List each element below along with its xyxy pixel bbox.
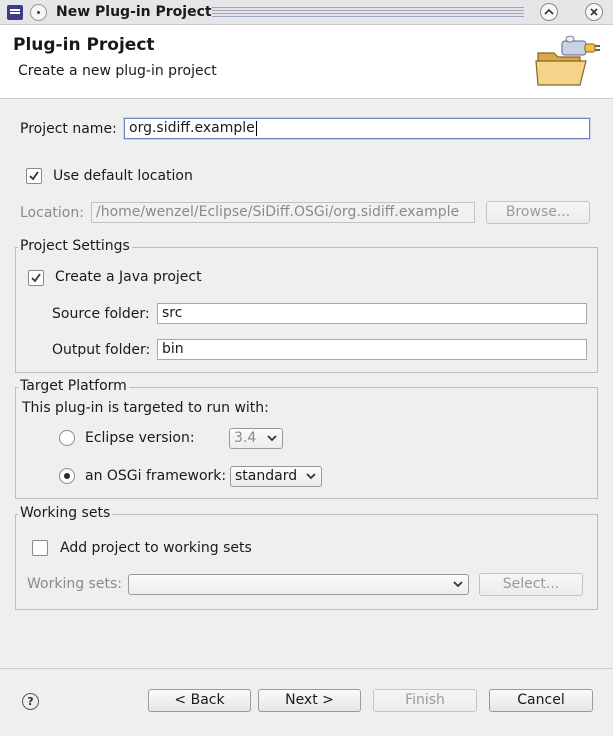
window-title: New Plug-in Project (56, 4, 212, 20)
page-title: Plug-in Project (13, 35, 155, 55)
osgi-framework-label: an OSGi framework: (85, 468, 227, 484)
project-settings-title: Project Settings (18, 238, 132, 254)
minimize-button[interactable] (540, 3, 558, 21)
page-description: Create a new plug-in project (18, 63, 217, 79)
chevron-up-icon (544, 8, 554, 15)
select-working-sets-button[interactable]: Select... (479, 573, 583, 596)
use-default-location-checkbox[interactable] (26, 168, 42, 184)
titlebar-grip (212, 7, 524, 17)
output-folder-input[interactable]: bin (157, 339, 587, 360)
osgi-framework-radio[interactable] (59, 468, 75, 484)
next-button[interactable]: Next > (258, 689, 361, 712)
back-button[interactable]: < Back (148, 689, 251, 712)
working-sets-title: Working sets (18, 505, 113, 521)
add-to-working-sets-label: Add project to working sets (60, 540, 252, 556)
cancel-button[interactable]: Cancel (489, 689, 593, 712)
target-platform-description: This plug-in is targeted to run with: (22, 400, 269, 416)
checkmark-icon (31, 273, 41, 283)
help-icon[interactable]: ? (22, 693, 39, 710)
source-folder-label: Source folder: (52, 306, 150, 322)
working-sets-label: Working sets: (27, 576, 122, 592)
location-label: Location: (20, 205, 84, 221)
chevron-down-icon (306, 473, 316, 480)
window-menu-button[interactable] (30, 4, 47, 21)
target-platform-title: Target Platform (18, 378, 129, 394)
plugin-folder-icon (535, 35, 600, 86)
project-name-label: Project name: (20, 121, 117, 137)
browse-button[interactable]: Browse... (486, 201, 590, 224)
create-java-project-label: Create a Java project (55, 269, 202, 285)
chevron-down-icon (453, 581, 463, 588)
output-folder-label: Output folder: (52, 342, 151, 358)
source-folder-input[interactable]: src (157, 303, 587, 324)
close-button[interactable] (585, 3, 603, 21)
add-to-working-sets-checkbox[interactable] (32, 540, 48, 556)
eclipse-version-label: Eclipse version: (85, 430, 195, 446)
location-input[interactable]: /home/wenzel/Eclipse/SiDiff.OSGi/org.sid… (91, 202, 475, 223)
eclipse-version-select[interactable]: 3.4 (229, 428, 283, 449)
project-name-input[interactable]: org.sidiff.example (124, 118, 590, 139)
eclipse-app-icon (7, 5, 23, 20)
osgi-framework-select[interactable]: standard (230, 466, 322, 487)
working-sets-select[interactable] (128, 574, 469, 595)
eclipse-version-radio[interactable] (59, 430, 75, 446)
create-java-project-checkbox[interactable] (28, 270, 44, 286)
wizard-header: Plug-in Project Create a new plug-in pro… (0, 25, 613, 99)
window-titlebar: New Plug-in Project (0, 0, 613, 25)
finish-button[interactable]: Finish (373, 689, 477, 712)
close-icon (590, 8, 598, 16)
checkmark-icon (29, 171, 39, 181)
footer-separator (0, 668, 613, 669)
use-default-location-label: Use default location (53, 168, 193, 184)
chevron-down-icon (267, 435, 277, 442)
